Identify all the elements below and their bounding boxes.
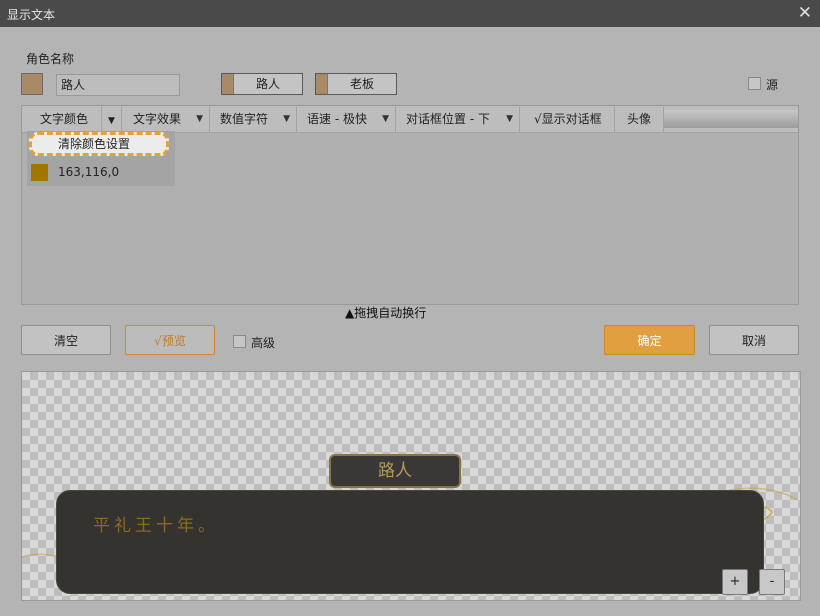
color-option-value: 163,116,0 (58, 165, 120, 179)
show-dialog-label: √显示对话框 (534, 112, 602, 126)
text-effect-label: 文字效果 (133, 112, 182, 126)
format-toolbar: 文字颜色 ▼ 文字效果 ▼ 数值字符 ▼ 语速 - 极快 ▼ 对话框位置 - 下… (22, 106, 798, 133)
cancel-button[interactable]: 取消 (709, 325, 799, 355)
role-name-input[interactable]: 路人 (56, 74, 180, 96)
drag-wrap-handle[interactable]: ▲拖拽自动换行 (345, 304, 426, 321)
dialog-text: 平礼王十年。 (93, 516, 219, 536)
speed-label: 语速 - 极快 (307, 112, 367, 126)
chevron-down-icon: ▼ (506, 114, 513, 124)
text-color-dropdown[interactable]: ▼ (101, 106, 122, 132)
speaker-nameplate: 路人 (329, 454, 461, 488)
text-effect-dropdown[interactable]: 文字效果 ▼ (122, 106, 210, 132)
clear-color-option[interactable]: 清除颜色设置 (29, 132, 169, 156)
close-icon[interactable]: ✕ (798, 3, 812, 23)
character-name: 老板 (349, 77, 374, 91)
clear-button[interactable]: 清空 (21, 325, 111, 355)
chevron-down-icon: ▼ (382, 114, 389, 124)
avatar-button[interactable]: 头像 (615, 106, 664, 132)
source-checkbox[interactable] (748, 77, 761, 90)
character-button-luren[interactable]: 路人 (221, 73, 303, 95)
advanced-checkbox[interactable] (233, 335, 246, 348)
character-color-swatch (316, 74, 328, 94)
numeric-char-dropdown[interactable]: 数值字符 ▼ (210, 106, 297, 132)
character-name: 路人 (255, 77, 280, 91)
zoom-in-button[interactable]: + (722, 569, 748, 595)
chevron-down-icon: ▼ (283, 114, 290, 124)
dialog-position-label: 对话框位置 - 下 (406, 112, 490, 126)
show-dialog-toggle[interactable]: √显示对话框 (520, 106, 615, 132)
color-option[interactable]: 163,116,0 (27, 161, 175, 185)
numeric-char-label: 数值字符 (220, 112, 269, 126)
preview-area: 平礼王十年。 路人 + - (21, 371, 801, 601)
ok-button[interactable]: 确定 (604, 325, 695, 355)
preview-toggle[interactable]: √预览 (125, 325, 215, 355)
window-title: 显示文本 (7, 8, 56, 22)
color-option-swatch (31, 164, 48, 181)
advanced-label: 高级 (251, 336, 276, 350)
character-button-laoban[interactable]: 老板 (315, 73, 397, 95)
avatar-label: 头像 (627, 112, 652, 126)
color-dropdown-menu: 清除颜色设置 163,116,0 (27, 131, 175, 186)
zoom-out-button[interactable]: - (759, 569, 785, 595)
display-text-window: 显示文本 ✕ 角色名称 路人 路人 老板 源 文字颜色 ▼ 文字效果 ▼ 数值字… (0, 0, 820, 616)
dialog-position-dropdown[interactable]: 对话框位置 - 下 ▼ (396, 106, 520, 132)
title-bar: 显示文本 ✕ (0, 0, 820, 27)
role-color-swatch[interactable] (21, 73, 43, 95)
toolbar-spacer (664, 110, 798, 128)
chevron-down-icon: ▼ (108, 116, 115, 126)
text-color-label: 文字颜色 (40, 112, 89, 126)
speed-dropdown[interactable]: 语速 - 极快 ▼ (297, 106, 396, 132)
source-label: 源 (766, 78, 779, 92)
role-name-label: 角色名称 (26, 52, 75, 66)
character-color-swatch (222, 74, 234, 94)
chevron-down-icon: ▼ (196, 114, 203, 124)
dialog-box: 平礼王十年。 (56, 490, 764, 594)
